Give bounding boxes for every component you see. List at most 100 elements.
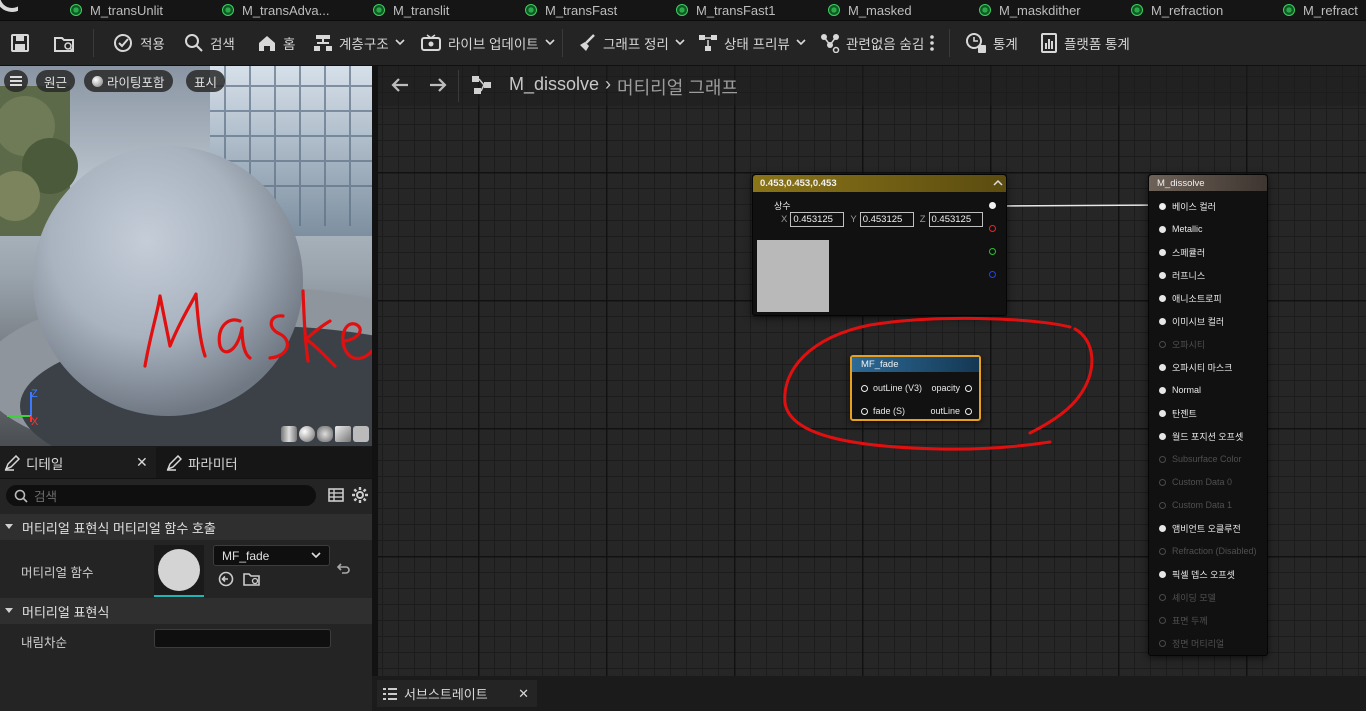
close-icon[interactable]: ✕ [518, 686, 529, 702]
reset-to-default-button[interactable] [336, 562, 350, 579]
result-node-header[interactable]: M_dissolve [1149, 175, 1267, 191]
result-pin-row[interactable]: Subsurface Color [1159, 451, 1242, 467]
input-pin[interactable] [1159, 340, 1166, 348]
input-pin[interactable] [1159, 317, 1166, 325]
material-function-select[interactable]: MF_fade [213, 545, 330, 566]
browse-asset-button[interactable] [243, 571, 261, 590]
input-pin[interactable] [1159, 271, 1166, 279]
input-pin[interactable] [1159, 524, 1166, 532]
tab-asset-8[interactable]: M_refract [1283, 0, 1358, 20]
input-pin[interactable] [1159, 225, 1166, 233]
result-pin-row[interactable]: 오파시티 마스크 [1159, 359, 1232, 375]
tab-asset-4[interactable]: M_transFast1 [676, 0, 775, 20]
show-button[interactable]: 표시 [186, 70, 226, 92]
tab-asset-0[interactable]: M_transUnlit [70, 0, 163, 20]
state-preview-dropdown[interactable]: 상태 프리뷰 [698, 21, 806, 65]
result-pin-row[interactable]: 앰비언트 오클루전 [1159, 520, 1241, 536]
section-function-call[interactable]: 머티리얼 표현식 머티리얼 함수 호출 [0, 514, 372, 540]
result-pin-row[interactable]: 픽셀 뎁스 오프셋 [1159, 566, 1235, 582]
input-pin[interactable] [1159, 570, 1166, 578]
constant-node-header[interactable]: 0.453,0.453,0.453 [753, 175, 1006, 192]
tab-details[interactable]: 디테일 [4, 447, 63, 478]
result-pin-row[interactable]: 스페큘러 [1159, 244, 1205, 260]
result-pin-row[interactable]: 러프니스 [1159, 267, 1205, 283]
result-pin-row[interactable]: Custom Data 0 [1159, 474, 1232, 490]
perspective-button[interactable]: 원근 [36, 70, 76, 92]
search-button[interactable]: 검색 [184, 21, 235, 65]
tab-asset-1[interactable]: M_transAdva... [222, 0, 329, 20]
collapse-chevron-icon[interactable] [993, 179, 1003, 187]
result-pin-row[interactable]: 이미시브 컬러 [1159, 313, 1224, 329]
graph-cleanup-dropdown[interactable]: 그래프 정리 [577, 21, 685, 65]
apply-button[interactable]: 적용 [112, 21, 165, 65]
material-function-thumbnail[interactable] [154, 545, 204, 597]
output-pin-g[interactable] [989, 248, 996, 255]
input-pin[interactable] [1159, 501, 1166, 509]
viewport-menu-button[interactable] [4, 70, 28, 92]
home-button[interactable]: 홈 [257, 21, 295, 65]
hide-unrelated-button[interactable]: 관련없음 숨김 [820, 21, 924, 65]
close-details-tab-button[interactable]: ✕ [136, 447, 148, 478]
result-pin-row[interactable]: Metallic [1159, 221, 1203, 237]
input-pin[interactable] [1159, 593, 1166, 601]
tab-asset-2[interactable]: M_translit [373, 0, 449, 20]
sphere-preview-icon[interactable] [299, 426, 315, 442]
result-pin-row[interactable]: 정면 머티리얼 [1159, 635, 1224, 651]
result-pin-row[interactable]: 월드 포지션 오프셋 [1159, 428, 1243, 444]
material-result-node[interactable]: M_dissolve 베이스 컬러 Metallic 스페큘러러프니스애니소트로피이… [1148, 174, 1268, 656]
input-pin[interactable] [1159, 547, 1166, 555]
z-value-input[interactable]: 0.453125 [928, 212, 983, 227]
browse-button[interactable] [53, 21, 77, 65]
lighting-mode-button[interactable]: 라이팅포함 [84, 70, 173, 92]
input-pin[interactable] [1159, 248, 1166, 256]
sort-priority-input[interactable] [154, 629, 331, 648]
platform-stats-button[interactable]: 플랫폼 통계 [1040, 21, 1130, 65]
stats-button[interactable]: 통계 [965, 21, 1018, 65]
input-pin[interactable] [1159, 616, 1166, 624]
result-pin-row[interactable]: 탄젠트 [1159, 405, 1197, 421]
details-search-input[interactable]: 검색 [6, 485, 316, 506]
input-pin[interactable] [1159, 432, 1166, 440]
result-pin-row[interactable]: Custom Data 1 [1159, 497, 1232, 513]
result-pin-row[interactable]: Refraction (Disabled) [1159, 543, 1257, 559]
table-view-button[interactable] [328, 487, 344, 506]
result-pin-row[interactable]: 오파시티 [1159, 336, 1205, 352]
result-pin-row[interactable]: 셰이딩 모델 [1159, 589, 1216, 605]
tab-substrate[interactable]: 서브스트레이트 ✕ [377, 680, 537, 707]
input-pin[interactable] [1159, 455, 1166, 463]
input-pin[interactable] [1159, 478, 1166, 486]
input-pin[interactable] [1159, 386, 1166, 394]
result-pin-row[interactable]: 애니소트로피 [1159, 290, 1222, 306]
x-value-input[interactable]: 0.453125 [790, 212, 845, 227]
more-options-button[interactable] [929, 21, 935, 65]
section-material-expression[interactable]: 머티리얼 표현식 [0, 598, 372, 624]
result-pin-row[interactable]: Normal [1159, 382, 1201, 398]
input-pin[interactable] [1159, 202, 1166, 210]
live-update-dropdown[interactable]: 라이브 업데이트 [420, 21, 555, 65]
plane-preview-icon[interactable] [317, 426, 333, 442]
tab-asset-3[interactable]: M_transFast [525, 0, 617, 20]
tab-parameters[interactable]: 파라미터 [166, 447, 238, 478]
input-pin[interactable] [1159, 294, 1166, 302]
cube-preview-icon[interactable] [335, 426, 351, 442]
hierarchy-dropdown[interactable]: 계층구조 [313, 21, 405, 65]
custom-mesh-preview-icon[interactable] [353, 426, 369, 442]
output-pin-b[interactable] [989, 271, 996, 278]
material-preview-viewport[interactable]: Z X 원근 라이팅포함 표시 [0, 66, 372, 446]
input-pin[interactable] [1159, 363, 1166, 371]
settings-button[interactable] [351, 486, 369, 507]
save-button[interactable] [10, 21, 30, 65]
use-selected-asset-button[interactable] [218, 571, 234, 590]
result-pin-row[interactable]: 표면 두께 [1159, 612, 1208, 628]
result-pin-row[interactable]: 베이스 컬러 [1159, 198, 1216, 214]
output-pin-rgb[interactable] [989, 202, 996, 209]
y-value-input[interactable]: 0.453125 [859, 212, 914, 227]
tab-asset-7[interactable]: M_refraction [1131, 0, 1223, 20]
input-pin[interactable] [1159, 409, 1166, 417]
output-pin-r[interactable] [989, 225, 996, 232]
tab-asset-5[interactable]: M_masked [828, 0, 912, 20]
tab-asset-6[interactable]: M_maskdither [979, 0, 1081, 20]
ue-logo[interactable] [0, 0, 18, 20]
cylinder-preview-icon[interactable] [281, 426, 297, 442]
input-pin[interactable] [1159, 639, 1166, 647]
